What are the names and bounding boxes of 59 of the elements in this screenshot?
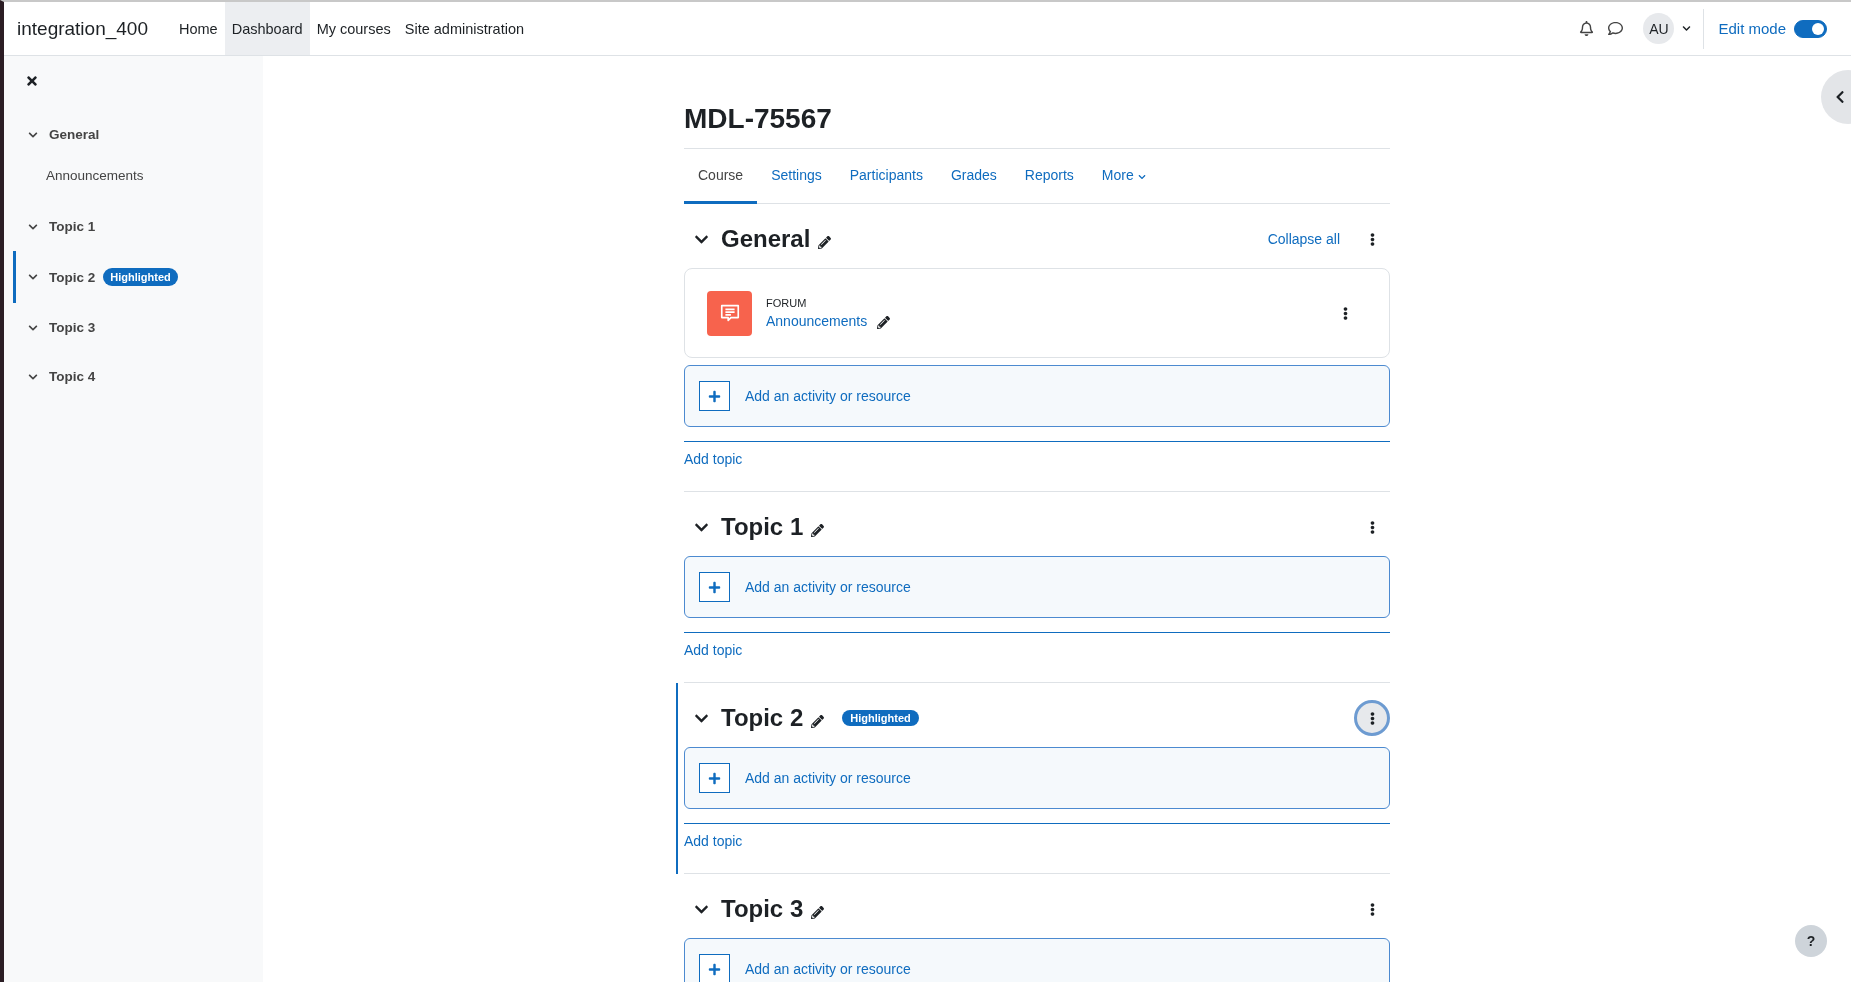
add-topic-link[interactable]: Add topic [684, 833, 743, 849]
pencil-icon[interactable] [818, 235, 832, 249]
add-activity-button[interactable]: Add an activity or resource [684, 365, 1390, 427]
section-title: Topic 1 [721, 513, 804, 541]
add-topic-link[interactable]: Add topic [684, 642, 743, 658]
index-section-link[interactable]: Topic 2 [49, 269, 96, 285]
course-title: MDL-75567 [684, 103, 833, 135]
plus-icon [699, 954, 730, 982]
section-title: Topic 3 [721, 895, 804, 923]
course-tab[interactable]: More [1087, 149, 1160, 204]
add-activity-button[interactable]: Add an activity or resource [684, 938, 1390, 982]
edit-mode-label: Edit mode [1718, 20, 1786, 37]
caret-icon [1137, 172, 1146, 181]
course-tab[interactable]: Course [684, 149, 758, 204]
plus-icon [699, 381, 730, 411]
add-activity-button[interactable]: Add an activity or resource [684, 747, 1390, 809]
chevron-icon[interactable] [28, 221, 38, 232]
index-activity-link[interactable]: Announcements [16, 142, 263, 185]
close-icon[interactable] [25, 74, 39, 88]
course-tab[interactable]: Grades [936, 149, 1011, 204]
plus-icon [699, 763, 730, 793]
add-activity-button[interactable]: Add an activity or resource [684, 556, 1390, 618]
index-section-link[interactable]: Topic 4 [49, 369, 96, 384]
bell-icon[interactable] [1579, 21, 1595, 36]
chevron-icon[interactable] [28, 272, 38, 282]
chevron-icon[interactable] [28, 322, 38, 333]
pencil-icon[interactable] [811, 905, 825, 919]
highlighted-badge: Highlighted [842, 710, 919, 726]
plus-icon [699, 572, 730, 602]
index-section-link[interactable]: Topic 1 [49, 219, 96, 234]
chat-bubble-icon[interactable] [1608, 21, 1624, 36]
chevron-icon[interactable] [28, 371, 38, 382]
site-name[interactable]: integration_400 [17, 17, 148, 40]
index-section-link[interactable]: Topic 3 [49, 320, 96, 335]
pencil-icon[interactable] [811, 523, 825, 537]
help-button[interactable]: ? [1795, 925, 1827, 957]
course-tab[interactable]: Reports [1010, 149, 1088, 204]
pencil-icon[interactable] [811, 714, 825, 728]
more-options-button[interactable] [1354, 700, 1390, 736]
chevron-icon[interactable] [28, 129, 38, 140]
nav-link[interactable]: Home [172, 2, 225, 55]
nav-link[interactable]: Site administration [397, 2, 532, 55]
section-title: General [721, 225, 811, 253]
edit-mode-switch[interactable] [1794, 19, 1827, 38]
activity-type: FORUM [766, 297, 808, 309]
add-topic-link[interactable]: Add topic [684, 451, 743, 467]
user-avatar[interactable]: AU [1643, 13, 1675, 44]
section-title: Topic 2 [721, 704, 804, 732]
course-tab[interactable]: Settings [757, 149, 836, 204]
caret-icon[interactable] [1682, 24, 1692, 33]
nav-link[interactable]: Dashboard [224, 2, 310, 55]
speech-bubble-icon [707, 290, 752, 336]
index-section-link[interactable]: General [49, 127, 100, 142]
pencil-icon[interactable] [877, 315, 891, 329]
course-tab[interactable]: Participants [835, 149, 937, 204]
highlighted-badge: Highlighted [103, 268, 178, 286]
nav-link[interactable]: My courses [309, 2, 398, 55]
collapse-all-link[interactable]: Collapse all [1267, 231, 1340, 247]
activity-link[interactable]: Announcements [766, 313, 868, 329]
